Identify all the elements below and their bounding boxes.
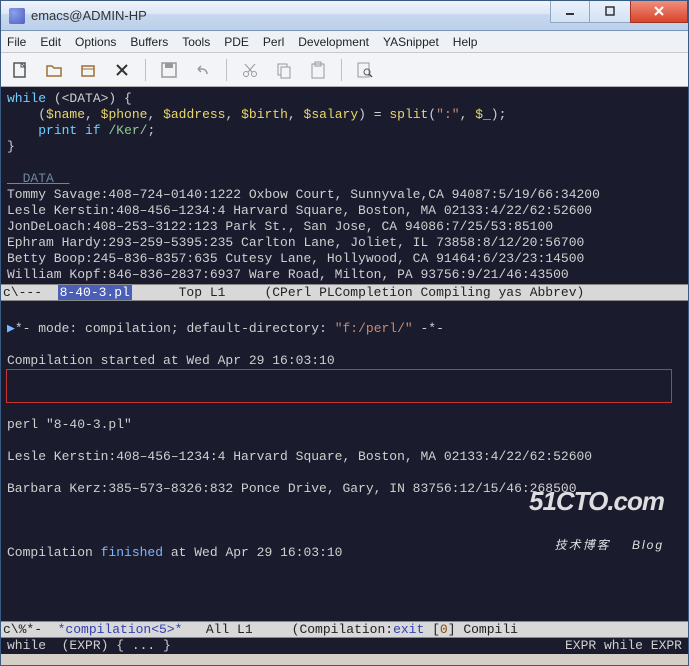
minibuffer[interactable]: while (EXPR) { ... } EXPR while EXPR [1, 638, 688, 654]
search-icon[interactable] [354, 59, 376, 81]
menu-bar: File Edit Options Buffers Tools PDE Perl… [1, 31, 688, 53]
menu-options[interactable]: Options [75, 35, 116, 49]
menu-perl[interactable]: Perl [263, 35, 284, 49]
copy-icon[interactable] [273, 59, 295, 81]
compilation-start: Compilation started at Wed Apr 29 16:03:… [7, 353, 682, 369]
menu-yasnippet[interactable]: YASnippet [383, 35, 439, 49]
toolbar-separator [341, 59, 342, 81]
compilation-pane[interactable]: ▶*- mode: compilation; default-directory… [1, 301, 688, 621]
modeline-compilation[interactable]: c\%*- *compilation<5>* All L1 (Compilati… [1, 621, 688, 638]
modeline-source[interactable]: c\--- 8-40-3.pl Top L1 (CPerl PLCompleti… [1, 284, 688, 301]
new-file-icon[interactable] [9, 59, 31, 81]
minibuffer-left: while (EXPR) { ... } [7, 638, 171, 654]
compilation-command: perl "8-40-3.pl" [7, 417, 682, 433]
menu-development[interactable]: Development [298, 35, 369, 49]
watermark: 51CTO.com 技术博客 Blog [529, 461, 664, 569]
menu-help[interactable]: Help [453, 35, 478, 49]
paste-icon[interactable] [307, 59, 329, 81]
cut-icon[interactable] [239, 59, 261, 81]
window-titlebar: emacs@ADMIN-HP [1, 1, 688, 31]
open-dir-icon[interactable] [77, 59, 99, 81]
menu-edit[interactable]: Edit [40, 35, 61, 49]
save-icon[interactable] [158, 59, 180, 81]
menu-pde[interactable]: PDE [224, 35, 249, 49]
undo-icon[interactable] [192, 59, 214, 81]
compilation-header: ▶*- mode: compilation; default-directory… [7, 321, 682, 337]
window-title: emacs@ADMIN-HP [31, 8, 147, 23]
menu-buffers[interactable]: Buffers [130, 35, 168, 49]
toolbar-separator [226, 59, 227, 81]
kill-buffer-icon[interactable] [111, 59, 133, 81]
minibuffer-right: EXPR while EXPR [565, 638, 682, 654]
menu-file[interactable]: File [7, 35, 26, 49]
buffer-name: 8-40-3.pl [58, 285, 132, 300]
toolbar [1, 53, 688, 87]
maximize-button[interactable] [590, 1, 630, 23]
source-editor-pane[interactable]: while (<DATA>) { ($name, $phone, $addres… [1, 87, 688, 284]
menu-tools[interactable]: Tools [182, 35, 210, 49]
close-button[interactable] [630, 1, 688, 23]
minimize-button[interactable] [550, 1, 590, 23]
emacs-app-icon [9, 8, 25, 24]
toolbar-separator [145, 59, 146, 81]
open-folder-icon[interactable] [43, 59, 65, 81]
